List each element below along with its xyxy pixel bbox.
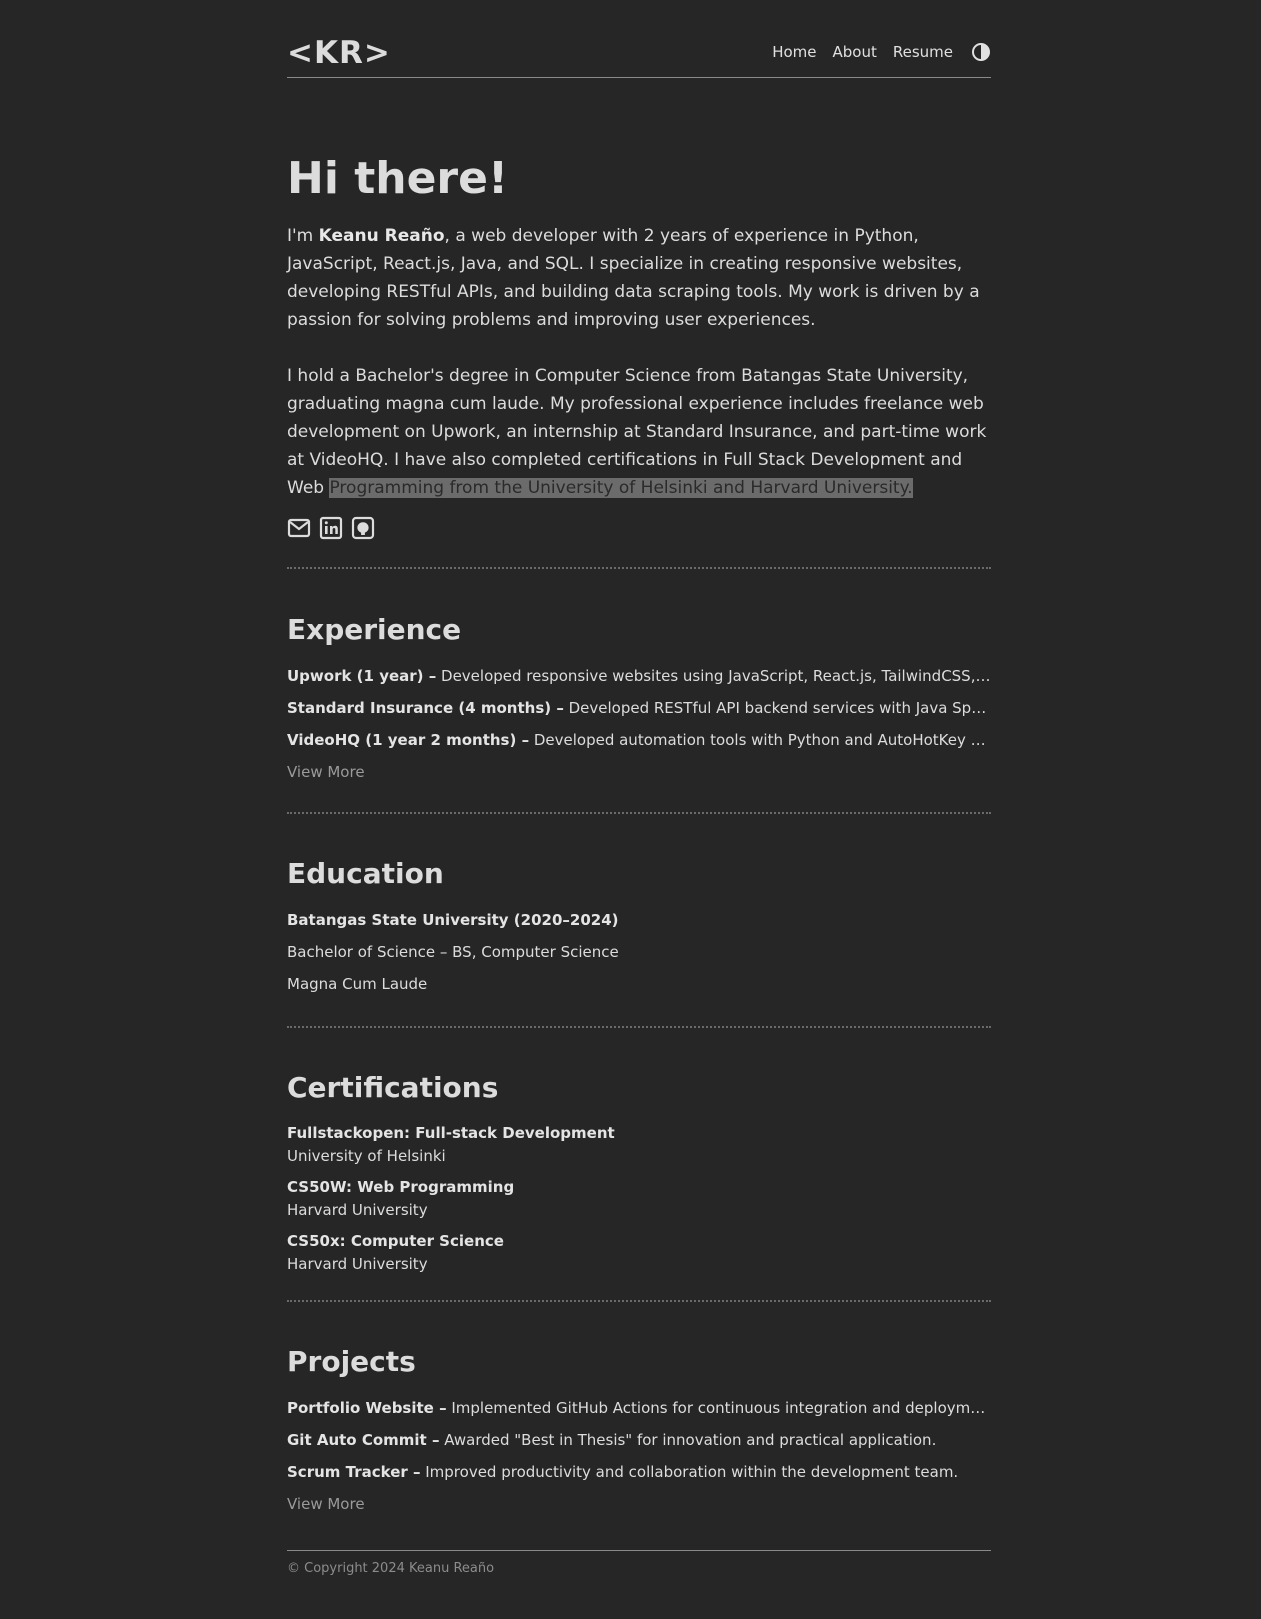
experience-text: Developed responsive websites using Java… [441, 667, 991, 685]
certification-item: CS50W: Web Programming Harvard Universit… [287, 1176, 991, 1222]
selected-text: Programming from the University of Helsi… [329, 478, 913, 498]
experience-text: Developed automation tools with Python a… [533, 731, 991, 749]
project-text: Implemented GitHub Actions for continuou… [451, 1399, 991, 1417]
certification-org: Harvard University [287, 1255, 428, 1273]
education-degree: Bachelor of Science – BS, Computer Scien… [287, 943, 619, 961]
mail-icon[interactable] [287, 516, 311, 540]
project-item: Portfolio Website – Implemented GitHub A… [287, 1392, 991, 1424]
projects-view-more-link[interactable]: View More [287, 1488, 365, 1520]
nav-home[interactable]: Home [772, 41, 816, 63]
site-footer: © Copyright 2024 Keanu Reaño [287, 1550, 991, 1578]
certifications-section: Certifications Fullstackopen: Full-stack… [287, 1028, 991, 1276]
linkedin-icon[interactable] [319, 516, 343, 540]
project-label: Portfolio Website – [287, 1399, 447, 1417]
education-honor: Magna Cum Laude [287, 975, 428, 993]
copyright-text: © Copyright 2024 Keanu Reaño [287, 1561, 495, 1576]
projects-heading: Projects [287, 1345, 416, 1378]
project-label: Git Auto Commit – [287, 1431, 440, 1449]
experience-item: Upwork (1 year) – Developed responsive w… [287, 660, 991, 692]
contrast-icon[interactable] [971, 42, 991, 62]
experience-label: VideoHQ (1 year 2 months) – [287, 731, 530, 749]
experience-view-more-link[interactable]: View More [287, 756, 365, 788]
experience-section: Experience Upwork (1 year) – Developed r… [287, 569, 991, 788]
intro-section: Hi there! I'm Keanu Reaño, a web develop… [287, 151, 991, 542]
education-section: Education Batangas State University (202… [287, 814, 991, 1000]
social-links [287, 516, 991, 542]
certification-name: Fullstackopen: Full-stack Development [287, 1124, 615, 1142]
site-header: <KR> Home About Resume [287, 0, 991, 78]
project-label: Scrum Tracker – [287, 1463, 421, 1481]
certification-name: CS50x: Computer Science [287, 1232, 504, 1250]
nav-about[interactable]: About [833, 41, 877, 63]
author-name: Keanu Reaño [318, 226, 445, 246]
experience-label: Upwork (1 year) – [287, 667, 437, 685]
school-name: Batangas State University (2020–2024) [287, 911, 619, 929]
intro-paragraph-1: I'm Keanu Reaño, a web developer with 2 … [287, 222, 991, 334]
experience-text: Developed RESTful API backend services w… [568, 699, 991, 717]
project-text: Improved productivity and collaboration … [420, 1463, 959, 1481]
project-item: Git Auto Commit – Awarded "Best in Thesi… [287, 1424, 991, 1456]
github-icon[interactable] [351, 516, 375, 540]
certifications-heading: Certifications [287, 1071, 499, 1104]
projects-section: Projects Portfolio Website – Implemented… [287, 1302, 991, 1520]
experience-item: VideoHQ (1 year 2 months) – Developed au… [287, 724, 991, 756]
project-item: Scrum Tracker – Improved productivity an… [287, 1456, 991, 1488]
experience-label: Standard Insurance (4 months) – [287, 699, 564, 717]
project-text: Awarded "Best in Thesis" for innovation … [439, 1431, 937, 1449]
certification-name: CS50W: Web Programming [287, 1178, 515, 1196]
education-heading: Education [287, 857, 444, 890]
intro-prefix: I'm [287, 226, 319, 246]
site-logo[interactable]: <KR> [287, 36, 391, 70]
experience-heading: Experience [287, 613, 462, 646]
experience-item: Standard Insurance (4 months) – Develope… [287, 692, 991, 724]
page-title: Hi there! [287, 153, 509, 204]
page-container: <KR> Home About Resume Hi there! I'm Kea… [287, 0, 991, 1578]
certification-item: CS50x: Computer Science Harvard Universi… [287, 1230, 991, 1276]
nav-resume[interactable]: Resume [893, 41, 953, 63]
certification-org: University of Helsinki [287, 1147, 446, 1165]
education-school: Batangas State University (2020–2024) [287, 904, 991, 936]
certification-item: Fullstackopen: Full-stack Development Un… [287, 1122, 991, 1168]
main-nav: Home About Resume [756, 41, 991, 63]
certification-org: Harvard University [287, 1201, 428, 1219]
intro-paragraph-2: I hold a Bachelor's degree in Computer S… [287, 362, 991, 502]
